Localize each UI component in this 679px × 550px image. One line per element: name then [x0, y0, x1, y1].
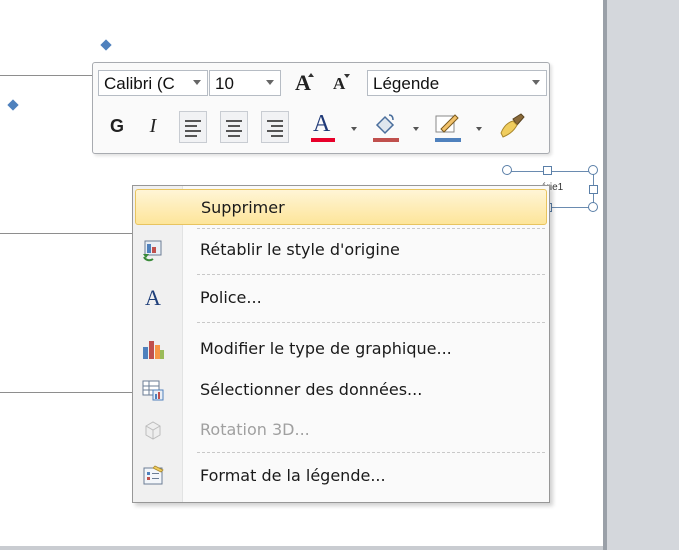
menu-item-rotation-3d[interactable]: Rotation 3D... — [135, 412, 547, 448]
menu-item-label: Sélectionner des données... — [200, 380, 423, 399]
menu-item-label: Modifier le type de graphique... — [200, 339, 452, 358]
shrink-font-button[interactable]: A — [327, 69, 357, 97]
grow-font-button[interactable]: A — [289, 69, 319, 97]
menu-item-label: Rétablir le style d'origine — [200, 240, 400, 259]
gridline — [0, 75, 92, 76]
line-color-button[interactable] — [433, 111, 467, 142]
menu-separator — [197, 322, 545, 323]
font-color-icon: A — [313, 111, 331, 137]
style-value: Légende — [373, 74, 440, 93]
down-arrow-icon — [344, 74, 350, 78]
font-color-button[interactable]: A — [309, 111, 343, 142]
italic-button[interactable]: I — [141, 111, 165, 141]
reset-style-icon — [143, 240, 162, 262]
menu-item-label: Format de la légende... — [200, 466, 386, 485]
align-left-button[interactable] — [179, 111, 207, 143]
menu-item-label: Police... — [200, 288, 262, 307]
font-size-combo[interactable]: 10 — [209, 70, 281, 96]
mini-toolbar: Calibri (C 10 A A Légende G I A — [92, 62, 550, 154]
style-combo[interactable]: Légende — [367, 70, 547, 96]
series-marker[interactable] — [7, 99, 19, 111]
menu-separator — [197, 274, 545, 275]
selection-border — [546, 207, 594, 208]
menu-item-supprimer[interactable]: Supprimer — [135, 189, 547, 225]
resize-handle[interactable] — [588, 165, 598, 175]
line-color-swatch — [435, 138, 461, 142]
context-menu: Supprimer Rétablir le style d'origine A … — [132, 185, 550, 503]
paint-bucket-icon — [375, 114, 395, 135]
menu-item-selectionner-donnees[interactable]: Sélectionner des données... — [135, 372, 547, 408]
brush-icon — [500, 113, 525, 138]
align-center-button[interactable] — [220, 111, 248, 143]
menu-item-format-legende[interactable]: Format de la légende... — [135, 458, 547, 494]
font-icon: A — [145, 285, 161, 310]
chevron-down-icon[interactable] — [266, 80, 274, 85]
menu-item-label: Rotation 3D... — [200, 420, 310, 439]
resize-handle[interactable] — [502, 165, 512, 175]
font-color-swatch — [311, 138, 335, 142]
menu-item-modifier-type[interactable]: Modifier le type de graphique... — [135, 331, 547, 367]
window-side-panel — [603, 0, 679, 550]
select-data-icon — [142, 380, 164, 401]
menu-separator — [197, 452, 545, 453]
gridline — [0, 392, 132, 393]
pen-icon — [435, 114, 459, 133]
rotation-3d-icon — [145, 421, 161, 440]
chevron-down-icon[interactable] — [532, 80, 540, 85]
gridline — [0, 233, 132, 234]
chart-type-icon — [143, 341, 164, 359]
font-name-value: Calibri (C — [104, 74, 175, 93]
menu-item-police[interactable]: A Police... — [135, 280, 547, 316]
up-arrow-icon — [308, 73, 314, 77]
menu-item-label: Supprimer — [201, 198, 285, 217]
menu-item-retablir-style[interactable]: Rétablir le style d'origine — [135, 232, 547, 268]
bottom-edge — [0, 546, 603, 550]
series-marker[interactable] — [100, 39, 112, 51]
chevron-down-icon[interactable] — [476, 127, 482, 131]
align-right-button[interactable] — [261, 111, 289, 143]
chevron-down-icon[interactable] — [193, 80, 201, 85]
format-legend-icon — [143, 465, 164, 485]
format-painter-button[interactable] — [497, 111, 531, 141]
resize-handle[interactable] — [589, 185, 598, 194]
font-name-combo[interactable]: Calibri (C — [98, 70, 208, 96]
chevron-down-icon[interactable] — [413, 127, 419, 131]
menu-separator — [197, 228, 545, 229]
fill-color-swatch — [373, 138, 399, 142]
resize-handle[interactable] — [588, 202, 598, 212]
resize-handle[interactable] — [543, 166, 552, 175]
chevron-down-icon[interactable] — [351, 127, 357, 131]
font-size-value: 10 — [215, 74, 234, 93]
fill-color-button[interactable] — [371, 111, 405, 142]
bold-button[interactable]: G — [105, 111, 129, 141]
